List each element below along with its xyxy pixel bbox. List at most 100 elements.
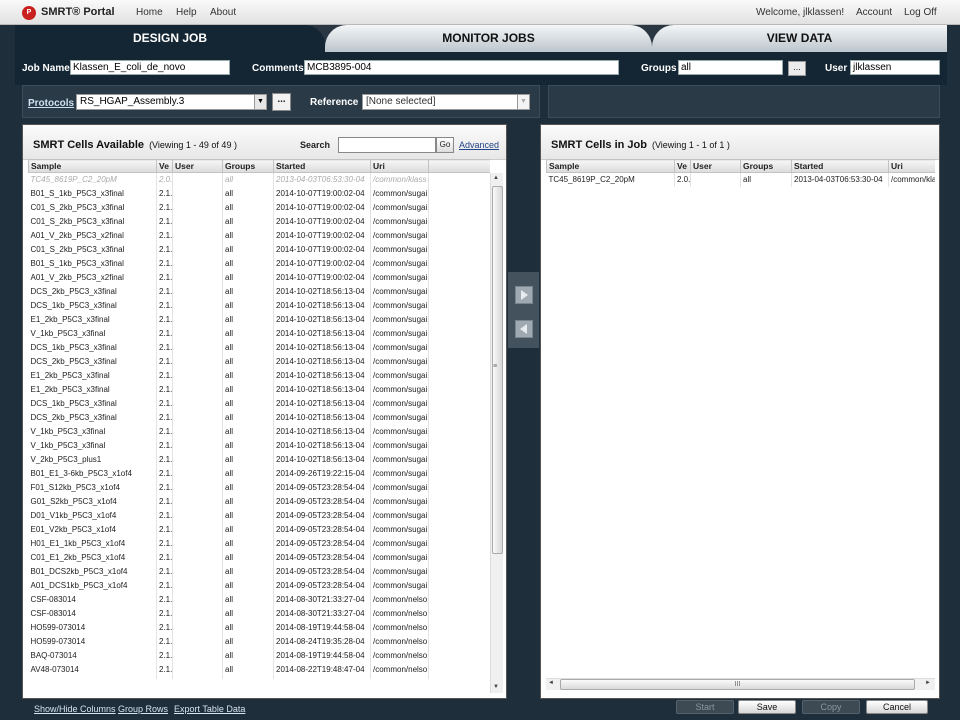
table-row[interactable]: TC45_8619P_C2_20pM 2.0. all 2013-04-03T06:5… [28,172,490,187]
tab-monitor-jobs[interactable]: MONITOR JOBS [325,25,652,52]
account-link[interactable]: Account [856,7,892,18]
table-row[interactable]: C01_S_2kb_P5C3_x3final 2.1. all 2014-10-07T… [28,242,490,257]
table-row[interactable]: E1_2kb_P5C3_x3final 2.1. all 2014-10-02T18:… [28,312,490,327]
scroll-right-icon[interactable]: ► [925,680,931,686]
table-cell: V_2kb_P5C3_plus1 [28,452,157,467]
job-name-input[interactable]: Klassen_E_coli_de_novo [70,60,230,75]
group-rows-link[interactable]: Group Rows [118,704,168,714]
search-input[interactable] [338,137,436,153]
search-go-button[interactable]: Go [436,137,454,153]
table-row[interactable]: E01_V2kb_P5C3_x1of4 2.1. all 2014-09-05T23:… [28,522,490,537]
column-header[interactable]: Started [273,159,371,173]
table-row[interactable]: DCS_2kb_P5C3_x3final 2.1. all 2014-10-02T18… [28,284,490,299]
chevron-down-icon[interactable]: ▼ [254,95,266,109]
scroll-thumb[interactable]: III [560,679,915,690]
table-row[interactable]: H01_E1_1kb_P5C3_x1of4 2.1. all 2014-09-05T2… [28,536,490,551]
save-button[interactable]: Save [738,700,796,714]
table-row[interactable]: E1_2kb_P5C3_x3final 2.1. all 2014-10-02T18:… [28,368,490,383]
cancel-button[interactable]: Cancel [866,700,928,714]
table-row[interactable]: E1_2kb_P5C3_x3final 2.1. all 2014-10-02T18:… [28,382,490,397]
column-header[interactable]: Ve [156,159,173,173]
nav-home-link[interactable]: Home [136,7,163,18]
protocol-options-button[interactable]: ... [272,93,291,111]
table-cell: 2014-09-05T23:28:54-04 [273,522,371,537]
nav-about-link[interactable]: About [210,7,236,18]
table-row[interactable]: A01_V_2kb_P5C3_x2final 2.1. all 2014-10-07T… [28,228,490,243]
column-header[interactable]: Uri [370,159,429,173]
copy-button[interactable]: Copy [802,700,860,714]
table-cell: /common/nelso [370,620,429,635]
table-cell: all [222,676,274,679]
table-row[interactable]: B01_S_1kb_P5C3_x3final 2.1. all 2014-10-07T… [28,256,490,271]
protocols-link[interactable]: Protocols [28,98,74,109]
table-cell: 2.1. [156,186,173,201]
table-row[interactable]: D01_V1kb_P5C3_x1of4 2.1. all 2014-09-05T23:… [28,508,490,523]
scroll-down-icon[interactable]: ▼ [493,684,499,690]
groups-input[interactable]: all [678,60,783,75]
table-row[interactable]: BAQ-073014 2.1. all 2014-08-19T19:44:58-04/… [28,648,490,663]
table-row[interactable]: A01_DCS1kb_P5C3_x1of4 2.1. all 2014-09-05T2… [28,578,490,593]
table-row[interactable]: C01_E1_2kb_P5C3_x1of4 2.1. all 2014-09-05T2… [28,550,490,565]
table-cell: 2014-10-02T18:56:13-04 [273,424,371,439]
table-row[interactable]: CSF-083014 2.1. all 2014-08-30T21:33:27-04/… [28,606,490,621]
table-row[interactable]: A01_V_2kb_P5C3_x2final 2.1. all 2014-10-07T… [28,270,490,285]
column-header[interactable]: Groups [740,159,792,173]
table-row[interactable]: V_1kb_P5C3_x3final 2.1. all 2014-10-02T18:5… [28,326,490,341]
table-row[interactable]: HO599-073014 2.1. all 2014-08-24T19:35:28-0… [28,634,490,649]
column-header[interactable]: User [172,159,223,173]
nav-help-link[interactable]: Help [176,7,197,18]
table-cell [172,382,223,397]
export-table-data-link[interactable]: Export Table Data [174,704,245,714]
groups-picker-button[interactable]: ... [788,61,806,76]
table-row[interactable]: BAQ-0730142.1. all2014-08-22T19:48:47-04/… [28,676,490,679]
available-vertical-scrollbar[interactable]: ▲ ≡ ▼ [490,173,503,693]
table-row[interactable]: C01_S_2kb_P5C3_x3final 2.1. all 2014-10-07T… [28,200,490,215]
protocol-select[interactable]: RS_HGAP_Assembly.3 ▼ [76,94,267,110]
column-header[interactable]: Started [791,159,889,173]
advanced-search-link[interactable]: Advanced [459,140,499,150]
table-row[interactable]: B01_DCS2kb_P5C3_x1of4 2.1. all 2014-09-05T2… [28,564,490,579]
table-row[interactable]: F01_S12kb_P5C3_x1of4 2.1. all 2014-09-05T23… [28,480,490,495]
table-row[interactable]: DCS_2kb_P5C3_x3final 2.1. all 2014-10-02T18… [28,354,490,369]
column-header[interactable]: Sample [28,159,157,173]
tab-view-data[interactable]: VIEW DATA [652,25,947,52]
remove-from-job-button[interactable] [515,320,533,338]
table-row[interactable]: AV48-073014 2.1. all 2014-08-22T19:48:47-04… [28,662,490,677]
table-row[interactable]: G01_S2kb_P5C3_x1of4 2.1. all 2014-09-05T23:… [28,494,490,509]
table-row[interactable]: DCS_1kb_P5C3_x3final 2.1. all 2014-10-02T18… [28,396,490,411]
start-button[interactable]: Start [676,700,734,714]
table-cell: /common/sugai [370,550,429,565]
table-cell: /common/sugai [370,564,429,579]
column-header[interactable]: Groups [222,159,274,173]
tab-design-job[interactable]: DESIGN JOB [15,25,325,52]
scroll-left-icon[interactable]: ◄ [548,680,554,686]
injob-horizontal-scrollbar[interactable]: ◄ III ► [546,678,935,690]
logoff-link[interactable]: Log Off [904,7,937,18]
table-row[interactable]: V_1kb_P5C3_x3final 2.1. all 2014-10-02T18:5… [28,438,490,453]
table-row[interactable]: TC45_8619P_C2_20pM 2.0. all 2013-04-03T06:5… [546,172,935,187]
column-header[interactable]: Sample [546,159,675,173]
reference-select[interactable]: [None selected] ▼ [362,94,530,110]
show-hide-columns-link[interactable]: Show/Hide Columns [34,704,116,714]
scroll-thumb[interactable] [492,186,503,554]
table-row[interactable]: HO599-073014 2.1. all 2014-08-19T19:44:58-0… [28,620,490,635]
table-row[interactable]: V_1kb_P5C3_x3final 2.1. all 2014-10-02T18:5… [28,424,490,439]
add-to-job-button[interactable] [515,286,533,304]
table-row[interactable]: V_2kb_P5C3_plus1 2.1. all 2014-10-02T18:56:… [28,452,490,467]
table-row[interactable]: CSF-083014 2.1. all 2014-08-30T21:33:27-04/… [28,592,490,607]
table-row[interactable]: C01_S_2kb_P5C3_x3final 2.1. all 2014-10-07T… [28,214,490,229]
table-cell: all [222,424,274,439]
table-cell: all [222,340,274,355]
chevron-down-icon[interactable]: ▼ [517,95,529,109]
column-header[interactable]: User [690,159,741,173]
column-header[interactable]: Uri [888,159,935,173]
scroll-up-icon[interactable]: ▲ [493,175,499,181]
table-row[interactable]: DCS_2kb_P5C3_x3final 2.1. all 2014-10-02T18… [28,410,490,425]
table-row[interactable]: DCS_1kb_P5C3_x3final 2.1. all 2014-10-02T18… [28,298,490,313]
table-row[interactable]: B01_E1_3-6kb_P5C3_x1of4 2.1. all 2014-09-26… [28,466,490,481]
table-row[interactable]: DCS_1kb_P5C3_x3final 2.1. all 2014-10-02T18… [28,340,490,355]
table-row[interactable]: B01_S_1kb_P5C3_x3final 2.1. all 2014-10-07T… [28,186,490,201]
comments-input[interactable]: MCB3895-004 [304,60,619,75]
column-header[interactable]: Ve [674,159,691,173]
user-input[interactable]: jlklassen [850,60,940,75]
